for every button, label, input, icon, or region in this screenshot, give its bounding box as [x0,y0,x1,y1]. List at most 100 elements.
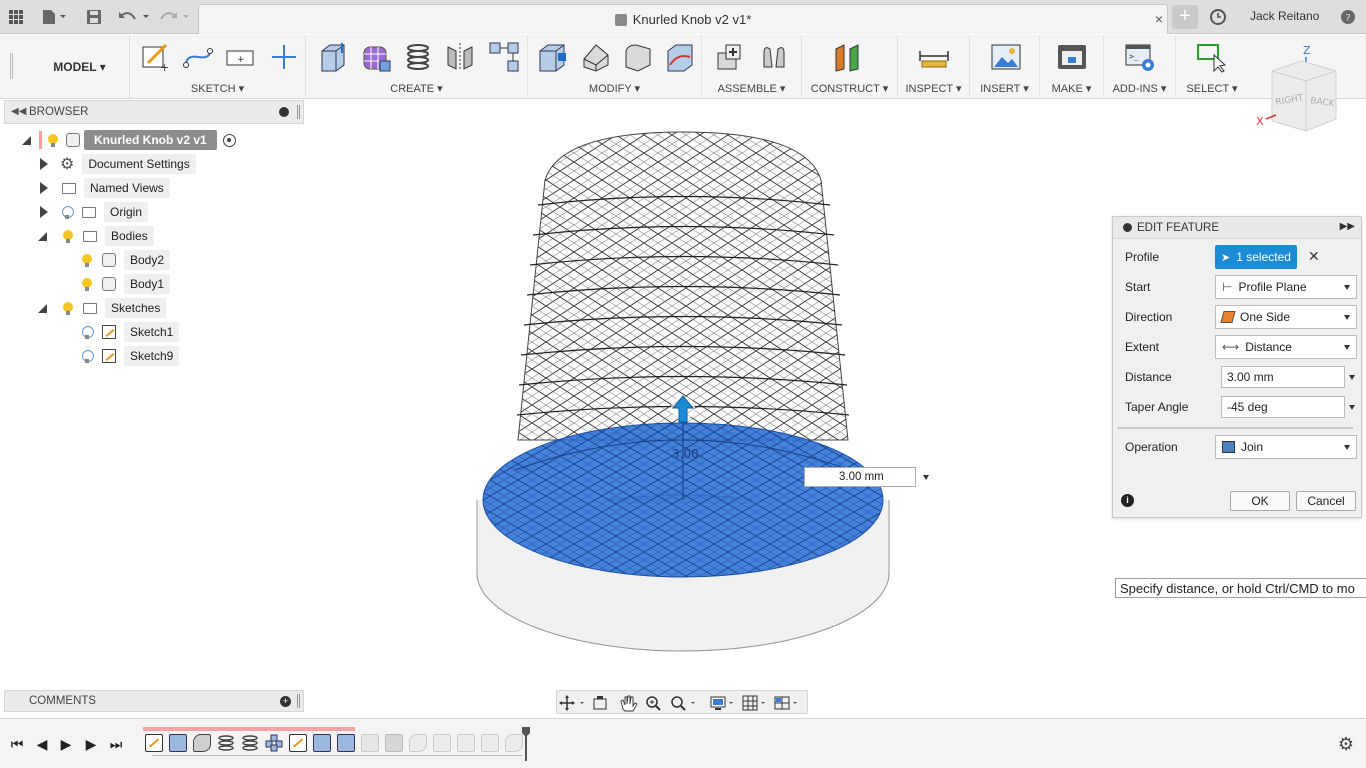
close-tab-icon[interactable]: × [1155,11,1163,27]
visibility-bulb-icon[interactable] [82,349,94,363]
timeline-sketch-feature[interactable] [145,734,163,752]
scripts-icon[interactable]: >_ [1124,41,1156,73]
tree-item-document-settings[interactable]: ⚙ Document Settings [40,153,196,175]
fillet-icon[interactable] [580,41,612,73]
timeline-suppressed-feature[interactable] [385,734,403,752]
insert-menu[interactable]: INSERT ▾ [970,82,1039,95]
workspace-switcher[interactable]: MODEL ▾ [30,35,130,99]
browser-panel-header[interactable]: ◀◀ BROWSER [4,100,304,124]
distance-input-value[interactable]: 3.00 mm [839,471,884,483]
insert-image-icon[interactable] [990,41,1022,73]
file-menu-icon[interactable] [40,6,70,28]
document-tab[interactable]: Knurled Knob v2 v1* × [198,4,1168,34]
redo-icon[interactable] [158,6,194,28]
tree-root[interactable]: Knurled Knob v2 v1 [22,129,236,151]
assemble-menu[interactable]: ASSEMBLE ▾ [702,82,801,95]
tree-root-label[interactable]: Knurled Knob v2 v1 [84,130,217,150]
activate-radio-icon[interactable] [222,133,236,147]
pattern-icon[interactable] [488,41,520,73]
direction-dropdown[interactable]: One Side [1215,305,1357,329]
expand-arrow-icon[interactable] [40,206,48,218]
add-ins-menu[interactable]: ADD-INS ▾ [1104,82,1175,95]
expand-arrow-icon[interactable] [22,135,31,145]
line-icon[interactable] [182,41,214,73]
go-to-end-icon[interactable]: ⏭ [108,736,124,752]
step-forward-icon[interactable]: ▶ [83,736,99,752]
construct-menu[interactable]: CONSTRUCT ▾ [802,82,897,95]
operation-dropdown[interactable]: Join [1215,435,1357,459]
edit-feature-header[interactable]: EDIT FEATURE ▶▶ [1113,217,1361,239]
play-icon[interactable]: ▶ [58,736,74,752]
tree-item-sketch9[interactable]: Sketch9 [76,345,180,367]
clear-selection-icon[interactable]: ✕ [1308,248,1320,265]
help-icon[interactable]: ? [1338,6,1358,28]
point-icon[interactable] [268,41,300,73]
timeline-suppressed-feature[interactable] [361,734,379,752]
tree-item-bodies[interactable]: Bodies [38,225,154,247]
tree-item-named-views[interactable]: Named Views [40,177,170,199]
visibility-bulb-icon[interactable] [48,133,58,147]
toolbar-grip[interactable] [10,53,13,79]
timeline-settings-gear-icon[interactable]: ⚙ [1338,734,1354,755]
visibility-bulb-icon[interactable] [63,229,73,243]
form-icon[interactable] [360,41,392,73]
press-pull-icon[interactable] [536,41,568,73]
add-comment-icon[interactable]: + [280,696,291,707]
cancel-button[interactable]: Cancel [1296,491,1356,511]
modify-menu[interactable]: MODIFY ▾ [528,82,701,95]
timeline-extrude-feature[interactable] [313,734,331,752]
distance-field[interactable]: 3.00 mm [1221,366,1345,388]
start-dropdown[interactable]: ⊢ Profile Plane [1215,275,1357,299]
visibility-bulb-icon[interactable] [62,205,74,219]
visibility-bulb-icon[interactable] [82,277,92,291]
app-grid-icon[interactable] [6,6,26,28]
timeline-suppressed-feature[interactable] [409,734,427,752]
timeline-suppressed-feature[interactable] [457,734,475,752]
inspect-menu[interactable]: INSPECT ▾ [898,82,969,95]
sketch-menu[interactable]: SKETCH ▾ [130,82,305,95]
go-to-start-icon[interactable]: ⏮ [9,736,25,752]
measure-icon[interactable] [918,41,950,73]
browser-minus-icon[interactable] [279,107,289,117]
expand-arrow-icon[interactable] [40,158,48,170]
undo-icon[interactable] [116,6,152,28]
expand-arrow-icon[interactable] [38,303,47,313]
chevron-down-icon[interactable] [1349,405,1355,410]
visibility-bulb-icon[interactable] [82,325,94,339]
tree-item-body1[interactable]: Body1 [76,273,171,295]
expand-arrow-icon[interactable] [40,182,48,194]
chamfer-icon[interactable] [622,41,654,73]
comments-grip[interactable] [297,694,300,708]
tree-item-body2[interactable]: Body2 [76,249,171,271]
timeline-pattern-feature[interactable] [265,734,283,752]
collapse-dot-icon[interactable] [1123,223,1132,232]
coil-icon[interactable] [402,41,434,73]
expand-panel-icon[interactable]: ▶▶ [1340,221,1355,232]
timeline-suppressed-feature[interactable] [481,734,499,752]
rectangle-icon[interactable]: + [224,41,256,73]
tree-item-sketches[interactable]: Sketches [38,297,167,319]
timeline-marker[interactable] [522,727,530,761]
select-menu[interactable]: SELECT ▾ [1176,82,1248,95]
save-icon[interactable] [84,6,104,28]
browser-grip[interactable] [297,105,300,119]
timeline-coil-feature[interactable] [241,734,259,752]
step-back-icon[interactable]: ◀ [34,736,50,752]
comments-panel-header[interactable]: COMMENTS + [4,690,304,712]
tree-item-sketch1[interactable]: Sketch1 [76,321,180,343]
expand-arrow-icon[interactable] [38,231,47,241]
timeline-sketch-feature[interactable] [289,734,307,752]
new-tab-button[interactable]: + [1172,5,1198,29]
timeline-coil-feature[interactable] [217,734,235,752]
select-icon[interactable] [1196,41,1228,73]
joint-icon[interactable] [758,41,790,73]
shell-icon[interactable] [664,41,696,73]
taper-angle-field[interactable]: -45 deg [1221,396,1345,418]
new-component-icon[interactable] [714,41,746,73]
visibility-bulb-icon[interactable] [63,301,73,315]
extent-dropdown[interactable]: ⟷ Distance [1215,335,1357,359]
create-menu[interactable]: CREATE ▾ [306,82,527,95]
create-sketch-icon[interactable]: + [140,41,172,74]
timeline-suppressed-feature[interactable] [433,734,451,752]
timeline-extrude-feature[interactable] [337,734,355,752]
